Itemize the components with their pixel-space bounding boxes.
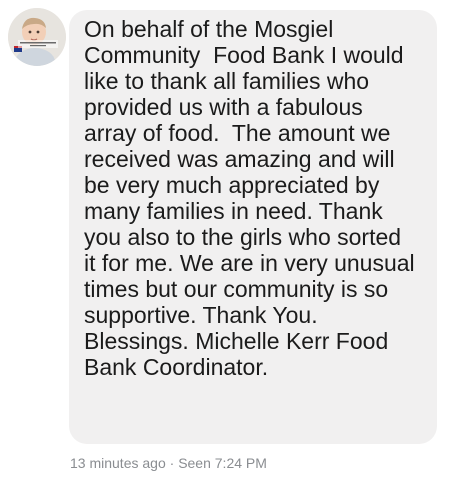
message-line: you also to the girls who sorted [84, 224, 402, 250]
message-line: array of food. The amount we [84, 120, 391, 146]
message-line: Bank Coordinator. [84, 354, 269, 380]
message-timestamp: 13 minutes ago [70, 455, 166, 471]
message-line: many families in need. Thank [84, 198, 383, 224]
seen-status: Seen 7:24 PM [178, 455, 267, 471]
avatar-baby-photo-icon [8, 8, 66, 66]
message-line: like to thank all families who [84, 68, 370, 94]
message-line: be very much appreciated by [84, 172, 380, 198]
message-text: On behalf of the Mosgiel Community Food … [84, 16, 423, 380]
chat-screen: On behalf of the Mosgiel Community Food … [0, 0, 472, 500]
avatar[interactable] [8, 8, 66, 66]
status-separator: · [165, 455, 179, 471]
message-line: received was amazing and will [84, 146, 395, 172]
message-line: On behalf of the Mosgiel [84, 16, 334, 42]
message-bubble[interactable]: On behalf of the Mosgiel Community Food … [69, 10, 437, 444]
message-line: Blessings. Michelle Kerr Food [84, 328, 389, 354]
message-line: supportive. Thank You. [84, 302, 318, 328]
message-status: 13 minutes ago · Seen 7:24 PM [70, 455, 267, 471]
message-line: it for me. We are in very unusual [84, 250, 415, 276]
message-line: times but our community is so [84, 276, 389, 302]
message-line: Community Food Bank I would [84, 42, 404, 68]
message-line: provided us with a fabulous [84, 94, 363, 120]
